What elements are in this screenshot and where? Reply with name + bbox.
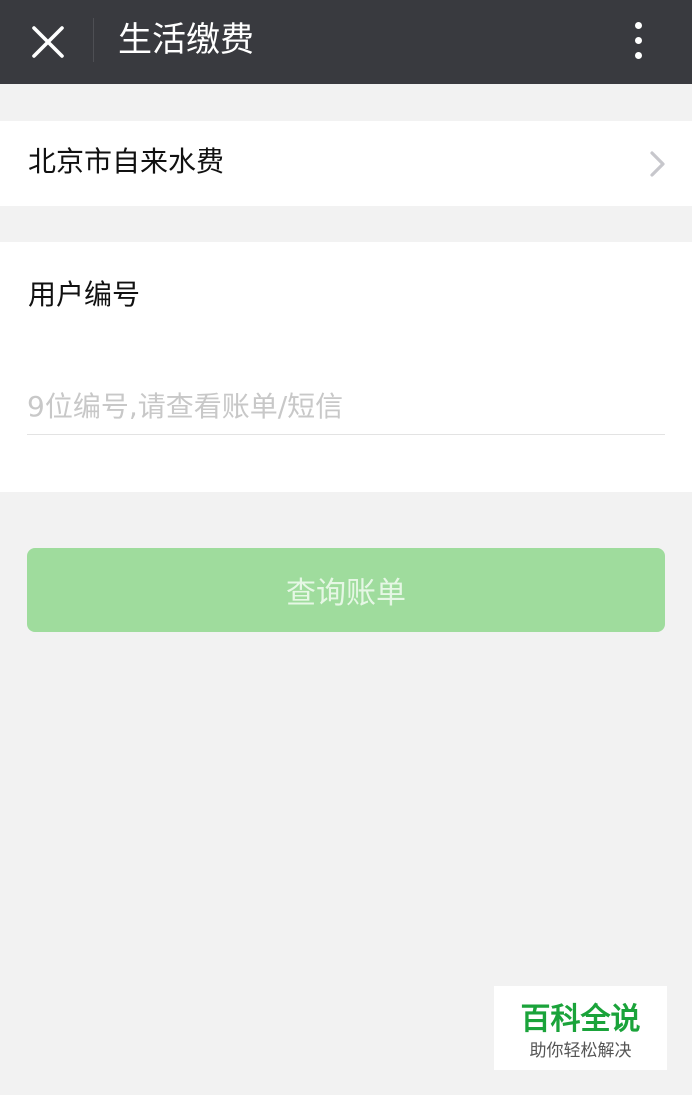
- more-dot: [634, 51, 642, 59]
- page-title: 生活缴费: [118, 20, 254, 60]
- chevron-right-icon: [650, 151, 665, 177]
- watermark-title: 百科全说: [520, 1002, 641, 1037]
- close-icon: [32, 26, 64, 58]
- more-vertical-icon: [634, 21, 642, 29]
- watermark-logo: 百科全说 助你轻松解决: [494, 986, 667, 1070]
- more-button[interactable]: [614, 14, 662, 66]
- provider-label: 北京市自来水费: [28, 145, 225, 178]
- account-number-input[interactable]: [27, 378, 665, 435]
- watermark-subtitle: 助你轻松解决: [529, 1041, 632, 1061]
- provider-row[interactable]: 北京市自来水费: [0, 121, 692, 206]
- close-button[interactable]: [22, 16, 74, 68]
- title-divider: [93, 18, 94, 62]
- more-dot: [634, 36, 642, 44]
- account-number-label: 用户编号: [28, 278, 141, 311]
- query-bill-button[interactable]: 查询账单: [27, 548, 665, 632]
- account-form: 用户编号: [0, 242, 692, 492]
- title-bar: 生活缴费: [0, 0, 692, 84]
